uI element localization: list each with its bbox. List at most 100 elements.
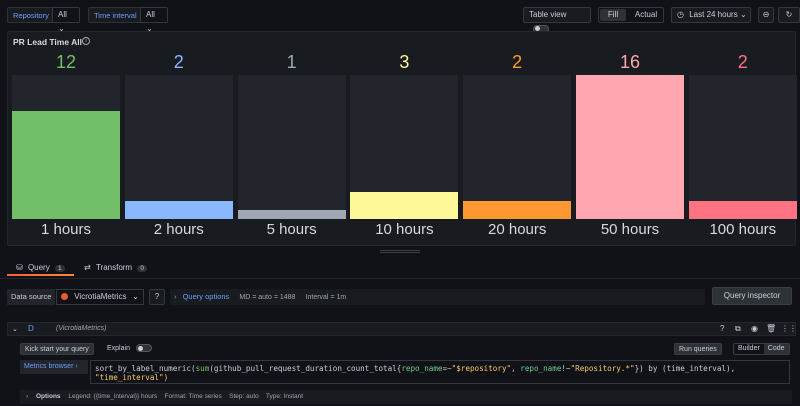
query-editor-area: Data source VicrotiaMetrics ⌄ ? › Query …	[0, 278, 800, 406]
panel-resize-handle[interactable]	[380, 250, 420, 253]
duplicate-icon[interactable]: ⧉	[735, 324, 741, 334]
help-icon[interactable]: ?	[720, 324, 724, 333]
bar-fill	[350, 192, 459, 219]
datasource-label: Data source	[7, 289, 56, 305]
active-tab-indicator	[7, 274, 74, 276]
repository-variable-value: All	[58, 10, 67, 19]
code-token: sort_by_label_numeric(	[95, 364, 196, 373]
bar-category-label: 5 hours	[266, 221, 317, 238]
code-token: =~	[442, 364, 452, 373]
explain-label: Explain	[107, 344, 130, 352]
bar-track	[237, 75, 346, 219]
query-options-row[interactable]: › Options Legend: {{time_interval}} hour…	[20, 390, 792, 404]
bar-track	[124, 75, 233, 219]
chevron-right-icon: ›	[174, 292, 177, 301]
info-icon[interactable]: i	[82, 37, 90, 45]
bar-gauge-panel: PR Lead Time All i 12 1 hours 2 2 hours 1 5 h…	[7, 31, 797, 246]
code-line-2: "time_interval")	[95, 373, 785, 382]
code-token: "Repository.*"	[570, 364, 635, 373]
interval-info: Interval = 1m	[305, 294, 347, 301]
bar-category-label: 20 hours	[488, 221, 547, 238]
code-token: sum	[195, 364, 210, 373]
bar-fill	[237, 210, 346, 219]
code-token: repo_name	[520, 364, 562, 373]
bar-fill	[124, 201, 233, 219]
time-range-picker[interactable]: ◷ Last 24 hours ⌄	[671, 7, 751, 23]
code-token: repo_name	[401, 364, 443, 373]
tab-query-count: 1	[54, 265, 65, 272]
query-row-header: ⌄ D (VicrotiaMetrics) ? ⧉ ◉ 🗑 ⋮⋮	[7, 322, 797, 336]
interval-variable-select[interactable]: All ⌄	[140, 7, 168, 33]
zoom-out-button[interactable]: ⊖	[758, 7, 774, 23]
tab-transform-label: Transform	[95, 263, 133, 272]
code-token: "time_interval")	[95, 373, 169, 382]
metrics-browser-button[interactable]: Metrics browser ›	[20, 360, 88, 374]
bar-value-label: 16	[619, 52, 641, 72]
refresh-icon: ↻	[785, 10, 793, 19]
bar-track	[463, 75, 572, 219]
question-circle-icon: ?	[154, 292, 160, 301]
editor-mode-radio: Builder Code	[733, 343, 790, 355]
options-label: Options	[35, 393, 61, 400]
datasource-help-button[interactable]: ?	[149, 289, 165, 305]
editor-tabs: ⛁ Query 1 ⇄ Transform 0	[0, 258, 800, 278]
query-ref-id[interactable]: D	[28, 324, 34, 333]
bar-value-label: 2	[173, 52, 184, 72]
database-icon: ⛁	[16, 263, 23, 272]
fill-option[interactable]: Fill	[600, 9, 626, 21]
time-range-value: Last 24 hours	[689, 10, 738, 19]
transform-icon: ⇄	[84, 263, 91, 272]
bar-category-label: 1 hours	[40, 221, 92, 238]
interval-variable-label: Time interval	[88, 7, 143, 23]
code-token: "$repository"	[451, 364, 512, 373]
code-mode-option[interactable]: Code	[763, 344, 789, 354]
bar-fill	[12, 111, 120, 219]
tab-transform[interactable]: ⇄ Transform 0	[84, 263, 147, 272]
query-code-input[interactable]: sort_by_label_numeric(sum(github_pull_re…	[90, 360, 790, 384]
bar-track	[688, 75, 797, 219]
explain-toggle[interactable]: Explain	[107, 344, 152, 352]
query-inspector-button[interactable]: Query inspector	[712, 287, 792, 305]
table-view-toggle[interactable]: Table view	[523, 7, 591, 33]
clock-icon: ◷	[677, 10, 684, 19]
bar-value-label: 12	[55, 52, 77, 72]
tab-query[interactable]: ⛁ Query 1	[16, 263, 65, 272]
bar-fill	[463, 201, 572, 219]
drag-handle-icon[interactable]: ⋮⋮	[781, 324, 797, 333]
chevron-down-icon: ⌄	[132, 292, 139, 301]
toggle-switch-icon	[135, 344, 152, 352]
code-token: ,	[511, 364, 521, 373]
code-token: !~	[561, 364, 571, 373]
collapse-chevron-icon[interactable]: ⌄	[12, 325, 18, 333]
bar-track	[576, 75, 684, 219]
run-queries-button[interactable]: Run queries	[674, 343, 722, 355]
eye-icon[interactable]: ◉	[751, 324, 758, 333]
bar-category-label: 50 hours	[600, 221, 660, 238]
tab-transform-count: 0	[137, 265, 147, 272]
bar-category-label: 10 hours	[375, 221, 434, 238]
bar-value-label: 3	[399, 52, 410, 72]
kick-start-button[interactable]: Kick start your query	[20, 343, 94, 355]
zoom-out-icon: ⊖	[762, 10, 770, 19]
trash-icon[interactable]: 🗑	[766, 324, 776, 333]
options-detail: Legend: {{time_interval}} hours Format: …	[68, 393, 304, 400]
builder-mode-option[interactable]: Builder	[734, 344, 764, 354]
victoriametrics-logo-icon	[61, 293, 68, 301]
dashboard-toolbar: Repository All ⌄ Time interval All ⌄ Tab…	[0, 0, 800, 33]
code-line-1: sort_by_label_numeric(sum(github_pull_re…	[95, 364, 785, 373]
bar-fill	[576, 75, 684, 219]
actual-option[interactable]: Actual	[629, 9, 663, 21]
bar-track	[350, 75, 459, 219]
chevron-down-icon: ⌄	[739, 10, 747, 19]
interval-variable-value: All	[146, 10, 155, 19]
repository-variable-label: Repository	[7, 7, 55, 23]
bar-value-label: 2	[737, 52, 748, 72]
tab-query-label: Query	[27, 263, 50, 272]
query-options-bar[interactable]: › Query options MD = auto = 1488 Interva…	[170, 289, 705, 305]
repository-variable-select[interactable]: All ⌄	[52, 7, 80, 33]
bar-value-label: 2	[512, 52, 523, 72]
refresh-button[interactable]: ↻	[778, 7, 800, 23]
bar-category-label: 100 hours	[709, 221, 777, 238]
datasource-picker[interactable]: VicrotiaMetrics ⌄	[56, 289, 144, 305]
bar-value-label: 1	[286, 52, 297, 72]
